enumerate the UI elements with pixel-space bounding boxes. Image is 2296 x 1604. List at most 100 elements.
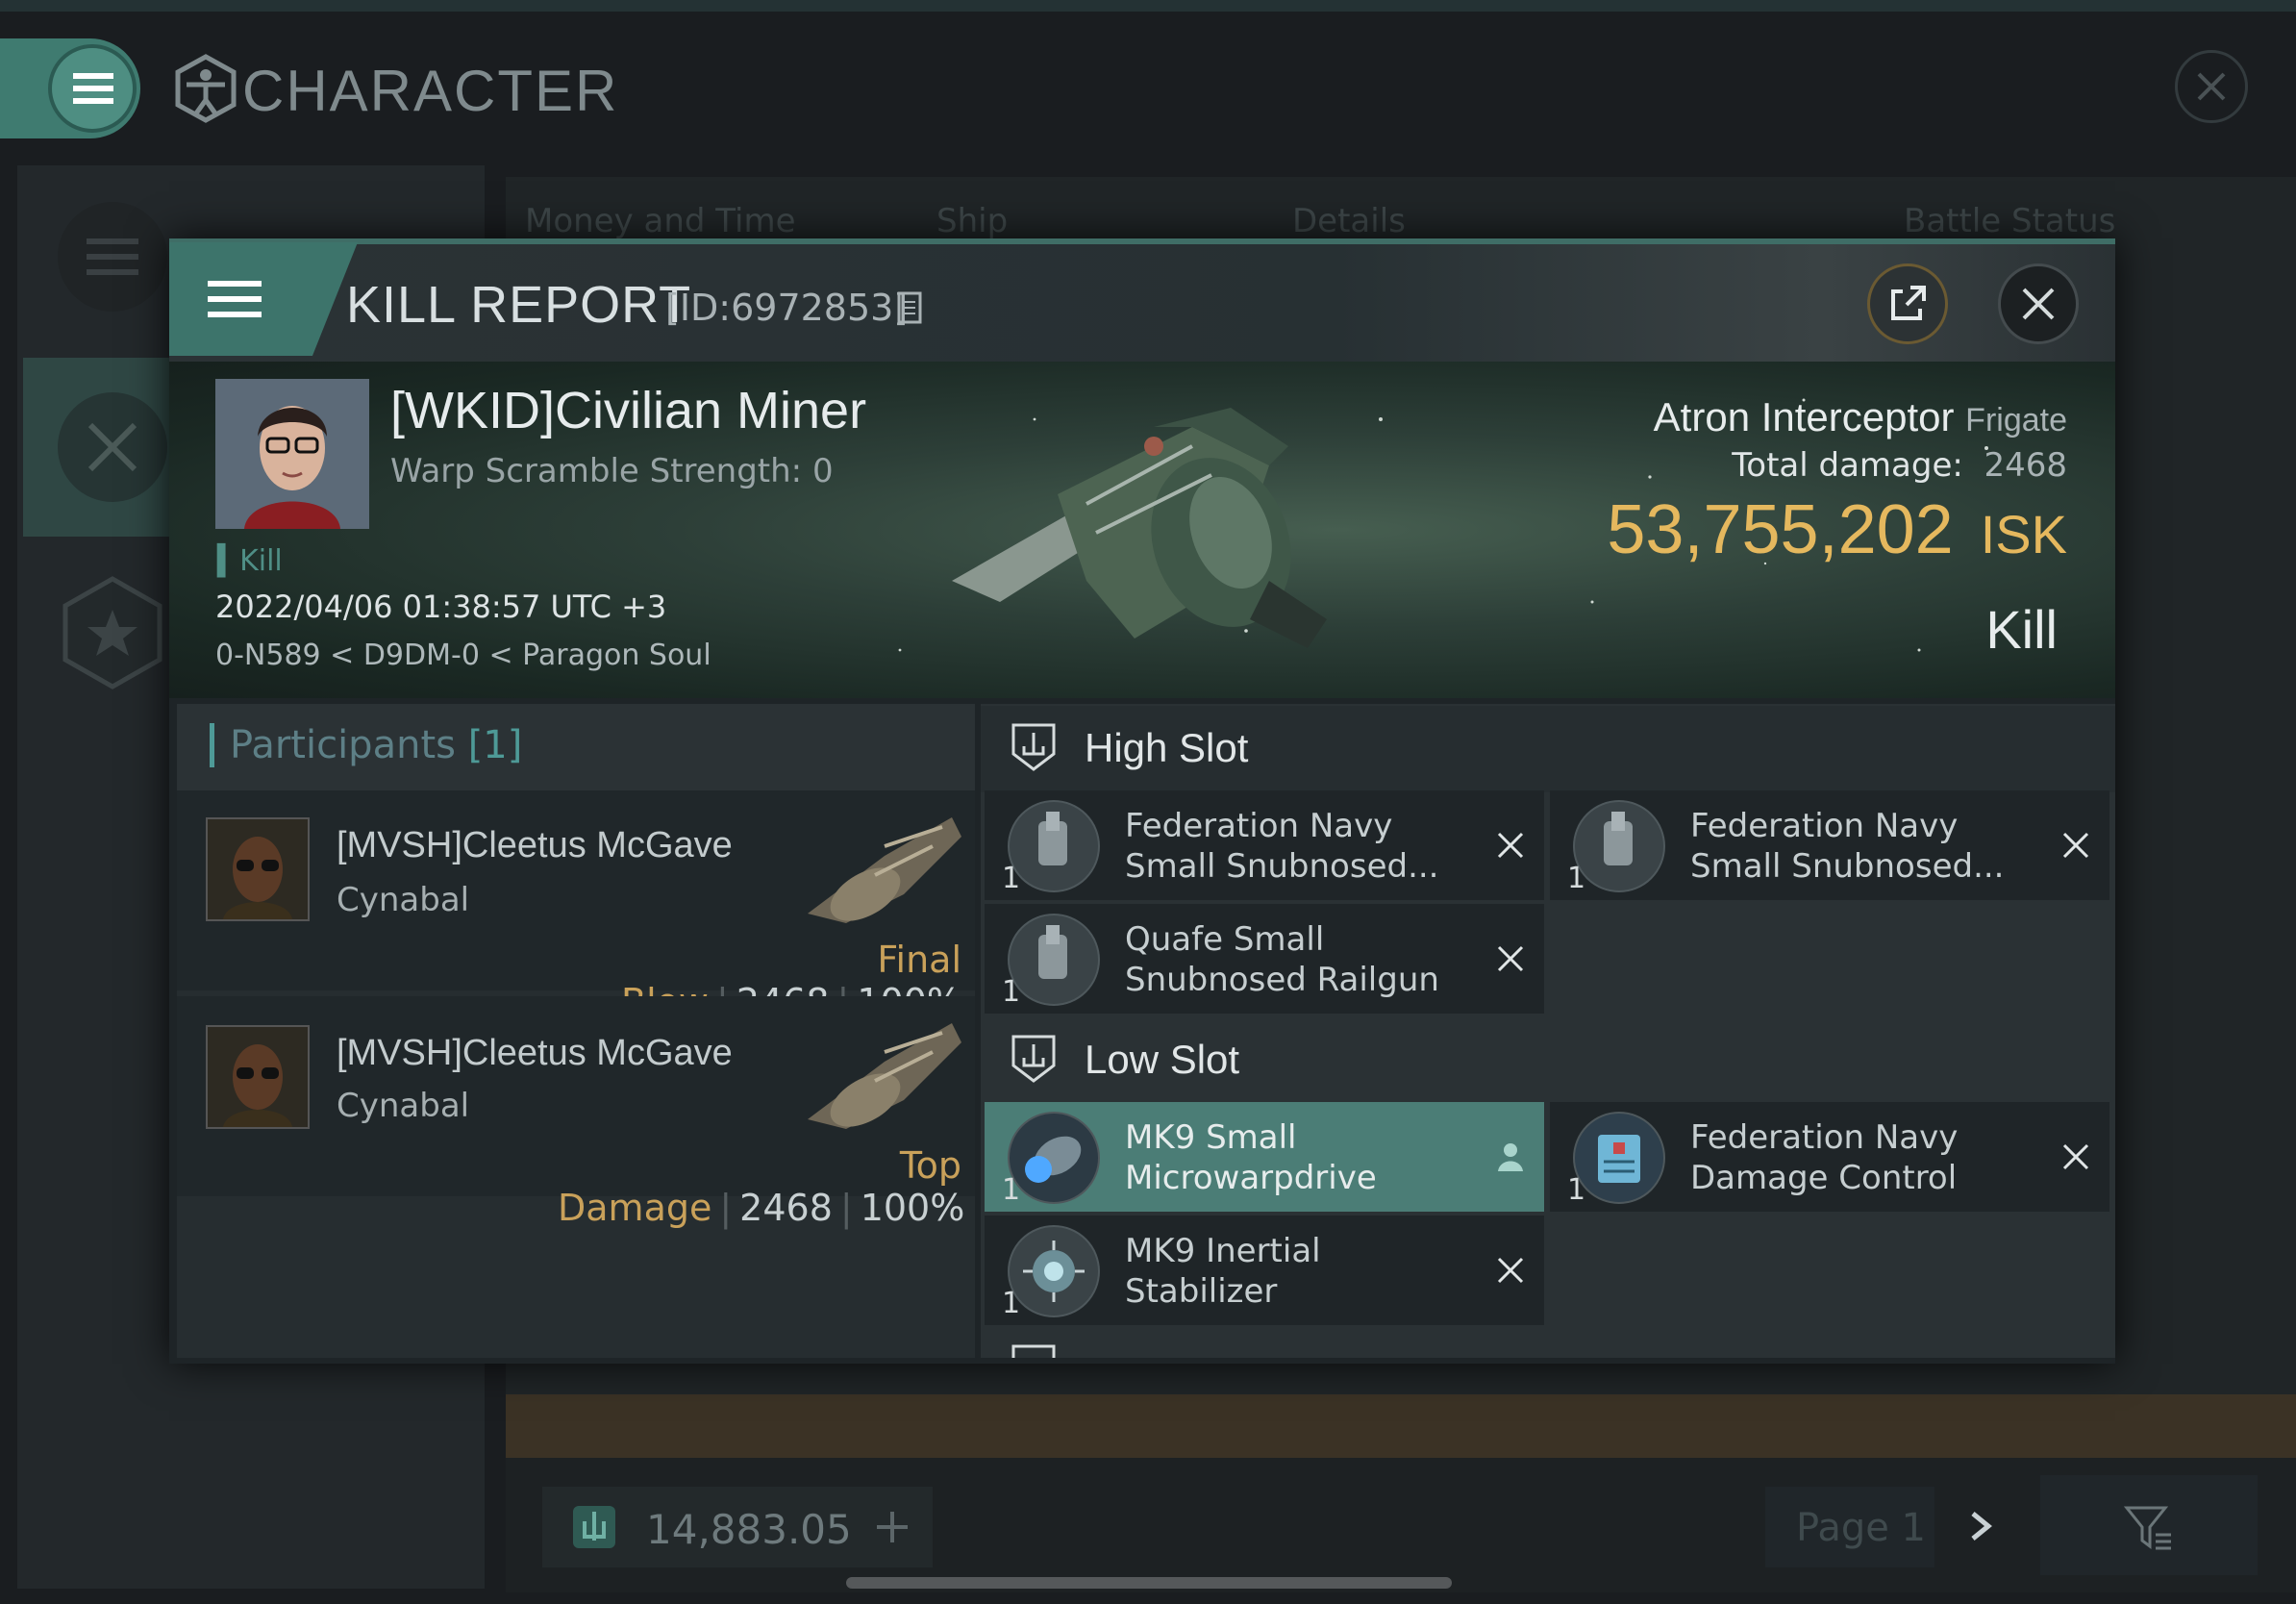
rail-combat-button[interactable] bbox=[58, 392, 167, 502]
home-indicator bbox=[846, 1577, 1452, 1589]
victim-portrait[interactable] bbox=[215, 379, 369, 529]
participant-name[interactable]: [MVSH]Cleetus McGave bbox=[337, 825, 733, 866]
avatar[interactable] bbox=[206, 1025, 310, 1129]
share-icon bbox=[1891, 286, 1926, 320]
isk-value-line: 53,755,202 ISK bbox=[1346, 490, 2067, 569]
participant-portrait bbox=[208, 1027, 308, 1127]
close-icon bbox=[2197, 72, 2226, 101]
module-name: MK9 Inertial Stabilizer bbox=[1125, 1231, 1321, 1312]
module-name: MK9 Small Microwarpdrive bbox=[1125, 1117, 1377, 1198]
main-menu-button[interactable] bbox=[48, 44, 137, 133]
railgun-icon bbox=[1008, 914, 1100, 1006]
low-slot-title: Low Slot bbox=[1085, 1037, 1240, 1082]
participant-ship-image bbox=[808, 817, 961, 923]
isk-unit: ISK bbox=[1980, 504, 2067, 564]
isk-icon bbox=[573, 1506, 615, 1548]
page-label: Page 1 bbox=[1796, 1506, 1926, 1550]
vitruvian-icon bbox=[175, 54, 237, 123]
share-button[interactable] bbox=[1867, 263, 1948, 344]
participants-label: Participants bbox=[230, 723, 456, 767]
total-damage-label: Total damage: bbox=[1732, 446, 1963, 485]
slot-icon bbox=[1011, 1344, 1056, 1358]
ship-name: Atron Interceptor bbox=[1653, 394, 1955, 439]
remove-icon bbox=[1497, 1257, 1524, 1284]
victim-name[interactable]: [WKID]Civilian Miner bbox=[390, 381, 866, 440]
module-name-line1: MK9 Inertial bbox=[1125, 1232, 1321, 1270]
bg-tab-money[interactable]: Money and Time bbox=[525, 202, 796, 240]
participant-name[interactable]: [MVSH]Cleetus McGave bbox=[337, 1033, 733, 1074]
module-name-line1: MK9 Small bbox=[1125, 1118, 1297, 1157]
list-icon bbox=[87, 238, 138, 275]
kill-type-tag: ▍Kill bbox=[217, 544, 283, 578]
module-name-line2: Small Snubnosed... bbox=[1125, 847, 1439, 886]
railgun-icon bbox=[1573, 800, 1665, 892]
damage-control-icon bbox=[1573, 1112, 1665, 1204]
participants-title: Participants [1] bbox=[210, 723, 522, 767]
bg-tab-battle-status[interactable]: Battle Status bbox=[1904, 202, 2115, 240]
isk-value: 53,755,202 bbox=[1607, 491, 1954, 568]
kill-report-title: KILL REPORT bbox=[346, 276, 692, 334]
microwarpdrive-icon bbox=[1008, 1112, 1100, 1204]
kill-report-close-button[interactable] bbox=[1998, 263, 2079, 344]
ship-class: Frigate bbox=[1965, 402, 2067, 439]
module-quantity: 1 bbox=[1567, 862, 1586, 895]
participants-count: [1] bbox=[467, 723, 523, 767]
kill-datetime: 2022/04/06 01:38:57 UTC +3 bbox=[215, 589, 667, 625]
plus-icon bbox=[877, 1512, 908, 1542]
star-icon bbox=[62, 576, 162, 689]
module-quantity: 1 bbox=[1567, 1173, 1586, 1207]
background-banner bbox=[506, 1394, 2296, 1458]
module-name-line2: Stabilizer bbox=[1125, 1272, 1278, 1311]
module-name-line2: Damage Control bbox=[1690, 1159, 1958, 1197]
kill-report-id: [ID:6972853] bbox=[665, 287, 909, 329]
participant-ship: Cynabal bbox=[337, 881, 470, 919]
module-name-line1: Federation Navy bbox=[1690, 807, 1959, 845]
slot-icon bbox=[1011, 1035, 1056, 1083]
copy-icon bbox=[897, 291, 922, 324]
filter-icon bbox=[2123, 1506, 2171, 1550]
module-quantity: 1 bbox=[1002, 862, 1021, 895]
participant-stats: Top Damage | 2468 | 100% bbox=[558, 1144, 965, 1229]
ship-image bbox=[952, 408, 1327, 648]
remove-icon bbox=[2062, 1143, 2089, 1170]
total-damage-line: Total damage: 2468 bbox=[1346, 446, 2067, 485]
close-icon bbox=[2022, 288, 2055, 320]
avatar[interactable] bbox=[206, 817, 310, 921]
module-name-line2: Small Snubnosed... bbox=[1690, 847, 2005, 886]
bg-tab-ship[interactable]: Ship bbox=[936, 202, 1008, 240]
kill-location[interactable]: 0-N589 < D9DM-0 < Paragon Soul bbox=[215, 639, 711, 672]
menu-icon bbox=[208, 281, 262, 317]
copy-id-button[interactable] bbox=[896, 290, 925, 325]
page-title: CHARACTER bbox=[242, 59, 619, 123]
participant-ship-image bbox=[808, 1023, 961, 1129]
rail-favorites-button[interactable] bbox=[58, 575, 167, 690]
participant-portrait bbox=[208, 819, 308, 919]
avatar bbox=[215, 379, 369, 529]
participant-ship: Cynabal bbox=[337, 1087, 470, 1125]
warp-scramble-strength: Warp Scramble Strength: 0 bbox=[390, 452, 834, 490]
module-name: Federation Navy Small Snubnosed... bbox=[1125, 806, 1439, 887]
kill-type-label: Kill bbox=[239, 544, 283, 578]
high-slot-title: High Slot bbox=[1085, 725, 1249, 770]
participant-damage: 2468 bbox=[739, 1187, 833, 1229]
remove-icon bbox=[2062, 832, 2089, 859]
next-page-button[interactable] bbox=[1958, 1502, 2006, 1550]
rail-list-button[interactable] bbox=[58, 202, 167, 312]
participant-percent: 100% bbox=[860, 1187, 965, 1229]
module-name-line1: Quafe Small bbox=[1125, 920, 1325, 959]
module-name-line2: Snubnosed Railgun bbox=[1125, 961, 1439, 999]
bg-tab-details[interactable]: Details bbox=[1292, 202, 1406, 240]
combat-icon bbox=[87, 422, 137, 472]
module-name: Federation Navy Damage Control bbox=[1690, 1117, 1958, 1198]
add-funds-button[interactable] bbox=[865, 1500, 919, 1554]
window-close-button[interactable] bbox=[2175, 50, 2248, 123]
module-name-line1: Federation Navy bbox=[1125, 807, 1393, 845]
top-strip bbox=[0, 0, 2296, 12]
kill-result: Kill bbox=[1985, 599, 2058, 660]
ship-name-line[interactable]: Atron Interceptor Frigate bbox=[1346, 394, 2067, 440]
module-name-line1: Federation Navy bbox=[1690, 1118, 1959, 1157]
module-name-line2: Microwarpdrive bbox=[1125, 1159, 1377, 1197]
railgun-icon bbox=[1008, 800, 1100, 892]
module-quantity: 1 bbox=[1002, 1287, 1021, 1320]
module-name: Quafe Small Snubnosed Railgun bbox=[1125, 919, 1439, 1000]
